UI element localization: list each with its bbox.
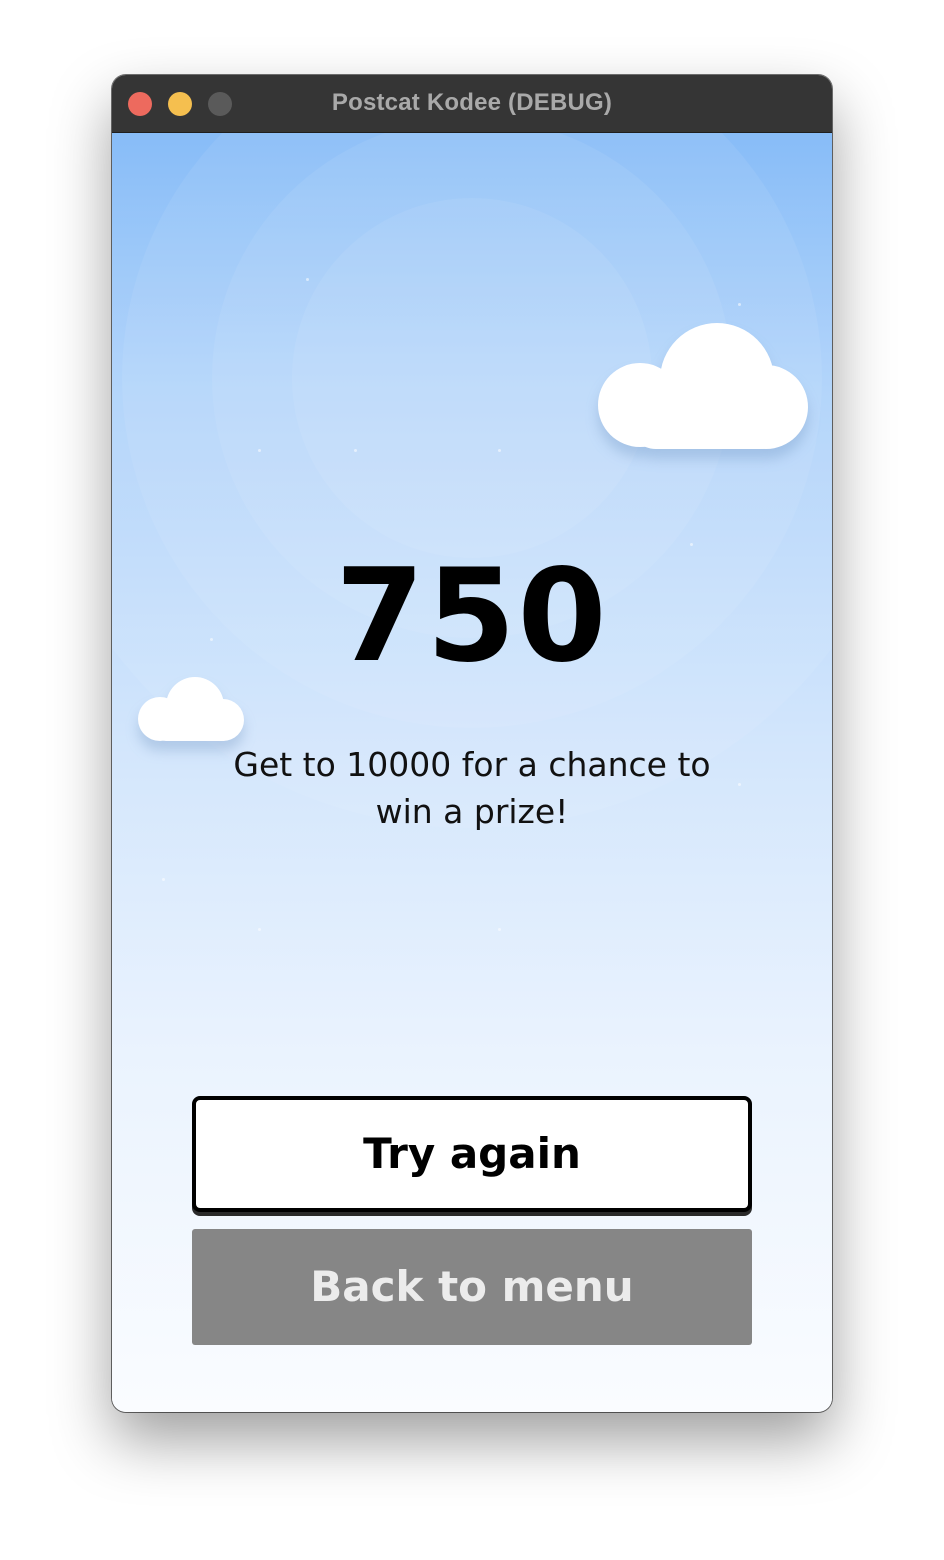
sparkle-dot [498,928,501,931]
cloud-icon [138,677,246,743]
window-title: Postcat Kodee (DEBUG) [331,89,613,116]
sparkle-dot [690,543,693,546]
sparkle-dot [162,878,165,881]
sparkle-dot [738,303,741,306]
try-again-button[interactable]: Try again [192,1096,752,1212]
sparkle-dot [306,278,309,281]
prize-message: Get to 10000 for a chance to win a prize… [233,745,711,831]
back-to-menu-button[interactable]: Back to menu [192,1229,752,1345]
sparkle-dot [738,783,741,786]
sparkle-dot [258,928,261,931]
title-bar[interactable]: Postcat Kodee (DEBUG) [112,75,832,133]
sparkle-dot [354,449,357,452]
game-over-screen: 750 Get to 10000 for a chance to win a p… [112,133,832,1412]
sparkle-dot [258,449,261,452]
cloud-icon [598,323,810,451]
app-window: Postcat Kodee (DEBUG) 750 Get to 10000 f… [112,75,832,1412]
score-value: 750 [335,542,609,691]
sparkle-dot [498,449,501,452]
